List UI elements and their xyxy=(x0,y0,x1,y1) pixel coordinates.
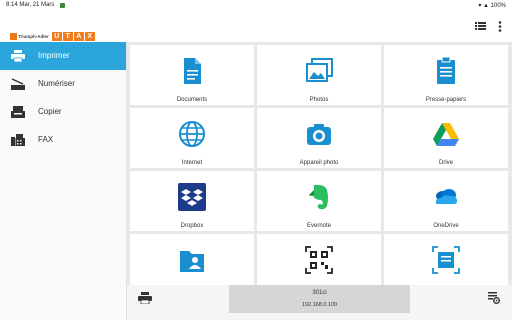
app-logo: Triumph-Adler U T A X xyxy=(10,32,96,41)
scanner-icon xyxy=(11,78,25,90)
sidebar-item-label: Numériser xyxy=(38,79,75,88)
utax-letter: U xyxy=(51,32,62,41)
printer-icon[interactable] xyxy=(138,292,152,304)
app-tile-grid: Documents Photos Presse-papiers Internet xyxy=(127,42,512,285)
tile-photos[interactable]: Photos xyxy=(257,45,381,105)
tile-qr-code[interactable] xyxy=(257,234,381,285)
tile-label: Presse-papiers xyxy=(425,97,467,103)
device-ip: 192.168.0.100 xyxy=(301,302,338,308)
tile-presse-papiers[interactable]: Presse-papiers xyxy=(384,45,508,105)
folder-user-icon xyxy=(180,251,204,272)
sidebar-item-fax[interactable]: FAX xyxy=(0,126,126,154)
tile-label: Appareil photo xyxy=(299,160,339,166)
status-time: 8:14 xyxy=(6,2,18,8)
more-options-icon[interactable] xyxy=(498,21,502,32)
device-settings-icon[interactable] xyxy=(488,292,500,304)
sidebar: Imprimer Numériser Copier FAX xyxy=(0,42,127,320)
utax-letter: A xyxy=(73,32,84,41)
document-icon xyxy=(184,58,201,84)
sidebar-item-numeriser[interactable]: Numériser xyxy=(0,70,126,98)
selected-device[interactable]: 301ci 192.168.0.100 xyxy=(229,285,410,313)
tile-label: OneDrive xyxy=(433,223,459,229)
tile-shared-folder[interactable] xyxy=(130,234,254,285)
clipboard-icon xyxy=(437,56,455,84)
sidebar-item-imprimer[interactable]: Imprimer xyxy=(0,42,126,70)
tile-label: Drive xyxy=(438,160,453,166)
onedrive-icon xyxy=(435,189,457,204)
bottom-bar: 301ci 192.168.0.100 xyxy=(127,285,512,320)
sidebar-item-label: FAX xyxy=(38,135,54,144)
evernote-icon xyxy=(309,184,328,210)
utax-letter: X xyxy=(84,32,95,41)
tile-documents[interactable]: Documents xyxy=(130,45,254,105)
app-bar: Triumph-Adler U T A X xyxy=(0,12,512,43)
tile-label: Dropbox xyxy=(180,223,204,229)
triumph-adler-logo-mark xyxy=(10,33,17,40)
status-bar: 8:14 Mar, 21 Mars ▾ ▲ 100% xyxy=(0,0,512,12)
status-date: Mar, 21 Mars xyxy=(19,2,55,8)
scan-document-icon xyxy=(432,246,460,274)
device-name: 301ci xyxy=(312,290,327,296)
utax-letter: T xyxy=(62,32,73,41)
triumph-adler-logo-text: Triumph-Adler xyxy=(18,34,49,39)
dropbox-icon xyxy=(178,183,206,211)
tile-label: Documents xyxy=(176,97,208,103)
sidebar-item-label: Imprimer xyxy=(38,51,70,60)
photos-icon xyxy=(306,58,333,82)
tile-label: Internet xyxy=(181,160,203,166)
tile-internet[interactable]: Internet xyxy=(130,108,254,168)
tile-onedrive[interactable]: OneDrive xyxy=(384,171,508,231)
tile-drive[interactable]: Drive xyxy=(384,108,508,168)
tile-dropbox[interactable]: Dropbox xyxy=(130,171,254,231)
notification-icon xyxy=(60,3,65,8)
tile-appareil-photo[interactable]: Appareil photo xyxy=(257,108,381,168)
copier-icon xyxy=(11,106,25,118)
qr-code-icon xyxy=(305,246,333,274)
system-status: ▾ ▲ 100% xyxy=(478,3,506,9)
fax-icon xyxy=(11,134,25,146)
utax-logo: U T A X xyxy=(51,32,96,41)
printer-icon xyxy=(11,50,25,62)
drive-icon xyxy=(433,123,459,146)
globe-icon xyxy=(179,121,205,147)
tile-label: Photos xyxy=(309,97,329,103)
tile-evernote[interactable]: Evernote xyxy=(257,171,381,231)
list-icon[interactable] xyxy=(475,21,486,31)
tile-scan-document[interactable] xyxy=(384,234,508,285)
tile-label: Evernote xyxy=(306,223,331,229)
sidebar-item-label: Copier xyxy=(38,107,62,116)
camera-icon xyxy=(307,124,331,145)
sidebar-item-copier[interactable]: Copier xyxy=(0,98,126,126)
